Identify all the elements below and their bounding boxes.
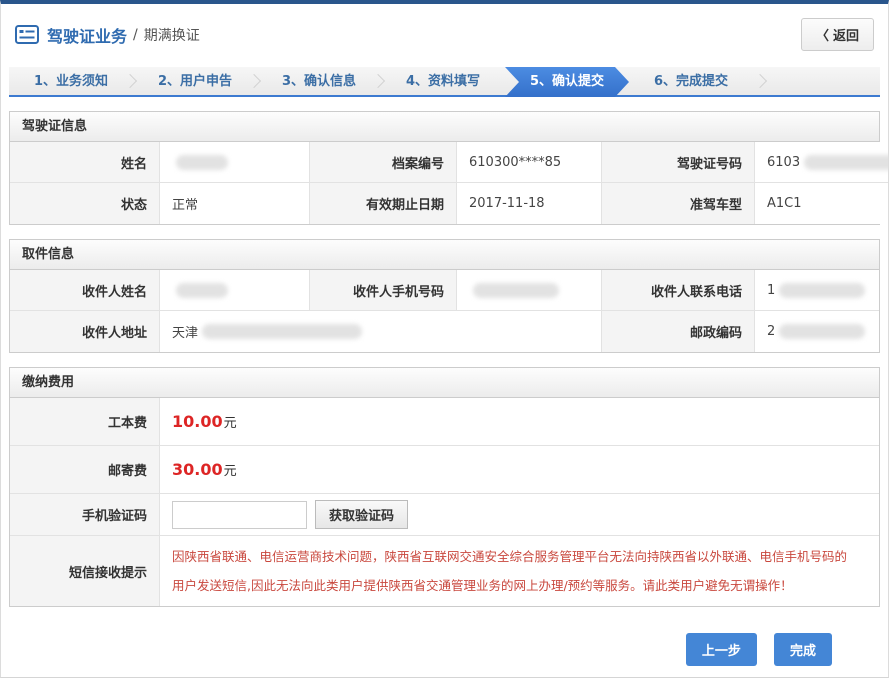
- redacted-blur: [176, 155, 228, 170]
- fees-section: 缴纳费用 工本费 10.00 元 邮寄费 30.00 元 手机验证码 获取验证码…: [9, 367, 880, 607]
- section-title-fees: 缴纳费用: [10, 368, 879, 398]
- work-fee-unit: 元: [224, 412, 237, 431]
- value-recipient-mobile: [457, 270, 602, 311]
- previous-step-button[interactable]: 上一步: [686, 633, 757, 666]
- chevron-left-icon: 〈: [816, 25, 829, 44]
- label-sms-notice: 短信接收提示: [10, 536, 160, 606]
- label-recipient-mobile: 收件人手机号码: [310, 270, 457, 311]
- step-5-confirm-submit-active[interactable]: 5、确认提交: [505, 67, 629, 97]
- get-sms-code-button[interactable]: 获取验证码: [315, 500, 408, 529]
- label-recipient-address: 收件人地址: [10, 311, 160, 352]
- label-post-fee: 邮寄费: [10, 446, 160, 494]
- step-2-user-declaration[interactable]: 2、用户申告: [133, 67, 257, 97]
- value-recipient-phone: 1: [755, 270, 879, 311]
- value-file-no: 610300****85: [457, 142, 602, 183]
- label-recipient-phone: 收件人联系电话: [602, 270, 755, 311]
- value-postal-code: 2: [755, 311, 879, 352]
- label-sms-code: 手机验证码: [10, 494, 160, 536]
- value-recipient-name: [160, 270, 310, 311]
- step-4-fill-data[interactable]: 4、资料填写: [381, 67, 505, 97]
- label-valid-until: 有效期止日期: [310, 183, 457, 224]
- sms-notice-text: 因陕西省联通、电信运营商技术问题，陕西省互联网交通安全综合服务管理平台无法向持陕…: [160, 536, 879, 606]
- section-title-pickup: 取件信息: [10, 240, 879, 270]
- back-button[interactable]: 〈 返回: [801, 18, 874, 51]
- label-name: 姓名: [10, 142, 160, 183]
- wizard-steps: 1、业务须知 2、用户申告 3、确认信息 4、资料填写 5、确认提交 6、完成提…: [9, 67, 880, 97]
- value-vehicle-class: A1C1: [755, 183, 889, 224]
- value-post-fee: 30.00 元: [160, 446, 879, 494]
- license-form-icon: [15, 25, 39, 44]
- redacted-blur: [176, 283, 228, 298]
- step-3-confirm-info[interactable]: 3、确认信息: [257, 67, 381, 97]
- redacted-blur: [779, 324, 865, 339]
- page-header: 驾驶证业务 / 期满换证 〈 返回: [1, 4, 888, 63]
- post-fee-unit: 元: [224, 460, 237, 479]
- value-status: 正常: [160, 183, 310, 224]
- redacted-blur: [779, 283, 865, 298]
- post-fee-amount: 30.00: [172, 460, 223, 479]
- value-recipient-address: 天津: [160, 311, 602, 352]
- label-work-fee: 工本费: [10, 398, 160, 446]
- sms-code-row: 获取验证码: [160, 494, 879, 536]
- label-status: 状态: [10, 183, 160, 224]
- sms-notice-row: 因陕西省联通、电信运营商技术问题，陕西省互联网交通安全综合服务管理平台无法向持陕…: [160, 536, 879, 606]
- back-button-label: 返回: [833, 25, 859, 44]
- breadcrumb-divider: /: [133, 27, 138, 43]
- license-info-section: 驾驶证信息 姓名 档案编号 610300****85 驾驶证号码 6103 状态…: [9, 111, 880, 225]
- redacted-blur: [202, 324, 362, 339]
- label-vehicle-class: 准驾车型: [602, 183, 755, 224]
- step-1-business-notes[interactable]: 1、业务须知: [9, 67, 133, 97]
- step-6-complete-submit[interactable]: 6、完成提交: [629, 67, 753, 97]
- pickup-info-section: 取件信息 收件人姓名 收件人手机号码 收件人联系电话 1 收件人地址 天津 邮政…: [9, 239, 880, 353]
- redacted-blur: [473, 283, 559, 298]
- label-postal-code: 邮政编码: [602, 311, 755, 352]
- value-work-fee: 10.00 元: [160, 398, 879, 446]
- step-separator-icon: [753, 74, 767, 88]
- label-file-no: 档案编号: [310, 142, 457, 183]
- page-title: 驾驶证业务: [47, 23, 127, 47]
- value-name: [160, 142, 310, 183]
- finish-button[interactable]: 完成: [774, 633, 832, 666]
- breadcrumb-current: 期满换证: [144, 25, 200, 45]
- value-license-no: 6103: [755, 142, 889, 183]
- section-title-license: 驾驶证信息: [10, 112, 879, 142]
- label-recipient-name: 收件人姓名: [10, 270, 160, 311]
- sms-code-input[interactable]: [172, 501, 307, 529]
- footer-actions: 上一步 完成: [1, 633, 888, 666]
- redacted-blur: [804, 155, 889, 170]
- label-license-no: 驾驶证号码: [602, 142, 755, 183]
- work-fee-amount: 10.00: [172, 412, 223, 431]
- value-valid-until: 2017-11-18: [457, 183, 602, 224]
- page-container: 驾驶证业务 / 期满换证 〈 返回 1、业务须知 2、用户申告 3、确认信息 4…: [0, 0, 889, 678]
